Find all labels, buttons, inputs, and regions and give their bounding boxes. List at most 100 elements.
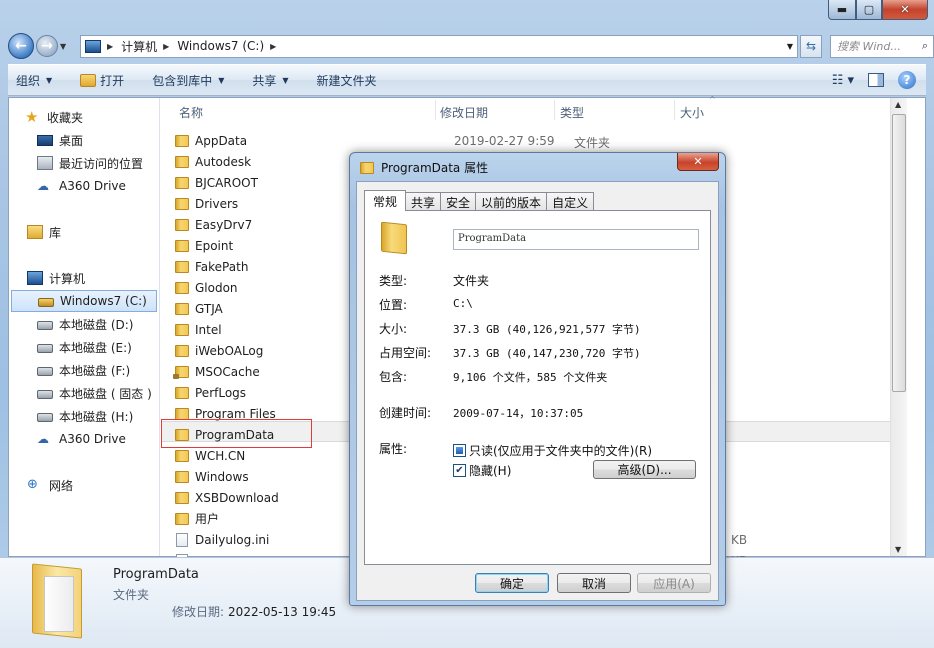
navigation-pane: ★ 收藏夹 桌面 最近访问的位置 ☁ A360 Drive 库 计算机 Window… (9, 98, 160, 556)
folder-icon (175, 512, 189, 525)
column-size[interactable]: 大小 (680, 104, 704, 121)
general-tab-panel: ProgramData 类型: 文件夹 位置: C:\ 大小: 37.3 GB … (364, 210, 711, 565)
tab-sharing[interactable]: 共享 (405, 192, 442, 211)
file-name: Autodesk (195, 154, 252, 169)
breadcrumb-arrow-icon[interactable]: ▶ (270, 42, 276, 51)
sidebar-item-network[interactable]: ⊕ 网络 (27, 474, 177, 496)
tab-security[interactable]: 安全 (440, 192, 477, 211)
hard-drive-icon (37, 412, 53, 422)
breadcrumb-arrow-icon[interactable]: ▶ (163, 42, 169, 51)
share-button[interactable]: 共享 ▼ (252, 72, 288, 89)
breadcrumb-computer[interactable]: 计算机 (121, 38, 157, 55)
sort-ascending-icon: ^ (709, 95, 716, 104)
tab-general[interactable]: 常规 (364, 190, 407, 211)
include-in-library-button[interactable]: 包含到库中 ▼ (152, 72, 224, 89)
readonly-checkbox[interactable]: 只读(仅应用于文件夹中的文件)(R) (453, 442, 652, 459)
file-name: Intel (195, 322, 222, 337)
details-type: 文件夹 (113, 588, 150, 602)
organize-button[interactable]: 组织 ▼ (16, 72, 52, 89)
back-button[interactable]: ← (8, 33, 34, 59)
large-folder-icon (32, 563, 88, 639)
file-name: Epoint (195, 238, 234, 253)
folder-name-input[interactable]: ProgramData (453, 229, 699, 250)
column-divider[interactable] (674, 100, 675, 120)
sidebar-item-library[interactable]: 库 (27, 221, 177, 243)
breadcrumb-arrow-icon[interactable]: ▶ (107, 42, 113, 51)
maximize-button[interactable]: ▢ (856, 0, 882, 20)
preview-pane-icon[interactable] (868, 73, 884, 87)
help-icon[interactable]: ? (898, 71, 916, 89)
dialog-tabs: 常规 共享 安全 以前的版本 自定义 (364, 190, 595, 211)
close-button[interactable]: ✕ (882, 0, 928, 20)
file-name: AppData (195, 133, 248, 148)
sidebar-item-favorites[interactable]: ★ 收藏夹 (25, 106, 175, 128)
tab-previous-versions[interactable]: 以前的版本 (475, 192, 548, 211)
table-row[interactable]: AppData 2019-02-27 9:59 文件夹 (175, 130, 735, 151)
address-dropdown-icon[interactable]: ▼ (787, 42, 793, 51)
view-mode-icon[interactable]: ☷ ▾ (832, 73, 854, 88)
apply-button[interactable]: 应用(A) (637, 573, 711, 593)
recent-places-icon (37, 156, 53, 170)
folder-icon (175, 155, 189, 168)
document-icon (176, 532, 188, 547)
hard-drive-icon (37, 320, 53, 330)
file-name: Glodon (195, 280, 238, 295)
file-name: WCH.CN (195, 448, 246, 463)
sidebar-label: 本地磁盘 (H:) (59, 409, 134, 424)
new-folder-button[interactable]: 新建文件夹 (317, 72, 377, 89)
cloud-drive-icon: ☁ (37, 179, 49, 193)
location-value: C:\ (453, 297, 473, 310)
folder-icon (175, 239, 189, 252)
scroll-down-icon[interactable]: ▼ (895, 545, 901, 554)
scroll-thumb[interactable] (892, 114, 906, 392)
minimize-button[interactable]: ▬ (828, 0, 856, 20)
file-name: BJCAROOT (195, 175, 258, 190)
sidebar-item-drive-c[interactable]: Windows7 (C:) (11, 290, 157, 312)
sidebar-item-computer[interactable]: 计算机 (27, 267, 177, 289)
advanced-button[interactable]: 高级(D)... (593, 460, 696, 479)
file-name: XSBDownload (195, 490, 279, 505)
hard-drive-icon (37, 389, 53, 399)
computer-icon (27, 271, 43, 285)
open-button[interactable]: 打开 (80, 72, 124, 89)
folder-icon (175, 323, 189, 336)
forward-button[interactable]: → (36, 35, 58, 57)
chevron-down-icon: ▼ (282, 75, 289, 85)
view-controls: ☷ ▾ ? (832, 71, 916, 89)
checkbox-indeterminate-icon (453, 444, 466, 457)
address-bar[interactable]: ▶ 计算机 ▶ Windows7 (C:) ▶ ▼ (80, 34, 798, 58)
column-name[interactable]: 名称 (179, 104, 203, 121)
column-type[interactable]: 类型 (560, 104, 584, 121)
breadcrumb-drive-c[interactable]: Windows7 (C:) (177, 39, 264, 53)
computer-icon (85, 39, 101, 53)
highlight-box (161, 419, 312, 448)
recent-pages-dropdown[interactable]: ▼ (60, 42, 72, 51)
tab-customize[interactable]: 自定义 (546, 192, 595, 211)
window-controls: ▬ ▢ ✕ (828, 0, 928, 20)
search-input[interactable]: 搜索 Wind... ⌕ (830, 34, 934, 58)
new-folder-label: 新建文件夹 (316, 73, 377, 88)
type-label: 类型: (379, 274, 408, 288)
dialog-close-button[interactable]: ✕ (677, 153, 719, 171)
folder-icon (360, 161, 374, 174)
file-name: iWebOALog (195, 343, 264, 358)
vertical-scrollbar[interactable]: ▲ ▼ (890, 98, 907, 556)
hidden-checkbox[interactable]: ✔ 隐藏(H) (453, 462, 511, 479)
attributes-label: 属性: (379, 442, 408, 456)
column-divider[interactable] (554, 100, 555, 120)
column-divider[interactable] (435, 100, 436, 120)
locked-folder-icon (173, 365, 189, 379)
chevron-down-icon: ▼ (46, 75, 53, 85)
folder-icon (175, 491, 189, 504)
ok-button[interactable]: 确定 (475, 573, 549, 593)
details-modified: 修改日期: 2022-05-13 19:45 (172, 603, 336, 620)
back-arrow-icon: ← (15, 38, 27, 54)
cancel-button[interactable]: 取消 (557, 573, 631, 593)
column-date[interactable]: 修改日期 (440, 104, 488, 121)
scroll-up-icon[interactable]: ▲ (895, 100, 901, 109)
organize-label: 组织 (16, 73, 41, 88)
search-icon[interactable]: ⌕ (922, 39, 928, 53)
refresh-button[interactable]: ⇆ (800, 34, 822, 58)
dialog-title-bar[interactable]: ProgramData 属性 (360, 159, 488, 176)
file-name: Windows (195, 469, 249, 484)
